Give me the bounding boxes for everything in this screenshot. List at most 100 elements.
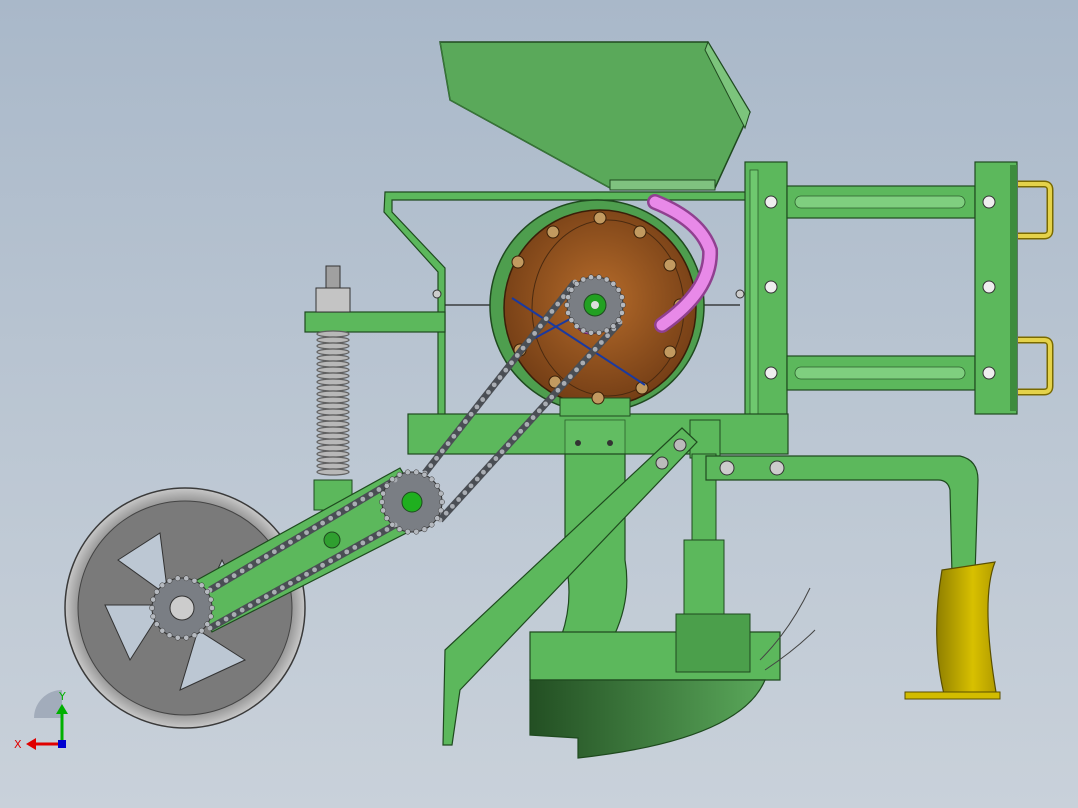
sprocket-tooth	[413, 469, 420, 476]
chain-link	[439, 448, 445, 454]
sprocket-tooth	[573, 280, 580, 287]
spring-coil	[316, 468, 350, 476]
chain-link	[480, 397, 486, 402]
chain-link	[497, 375, 503, 380]
sprocket-tooth	[428, 521, 435, 528]
sprocket-tooth	[166, 632, 173, 639]
sprocket-tooth	[421, 471, 428, 478]
chain-link	[549, 394, 555, 400]
sprocket-tooth	[383, 482, 390, 489]
sprocket-tooth	[153, 621, 160, 628]
spring-coil	[316, 354, 350, 362]
sprocket-tooth	[191, 577, 198, 584]
sprocket-tooth	[396, 471, 403, 478]
spring-coil	[316, 336, 350, 344]
sprocket-tooth	[207, 613, 214, 620]
spring-coil	[316, 432, 350, 440]
chain-link	[486, 389, 491, 395]
chain-link	[462, 419, 468, 424]
sprocket-tooth	[209, 605, 215, 611]
chain-link	[445, 441, 451, 447]
chain-link	[474, 404, 480, 410]
chain-link	[376, 487, 382, 492]
sprocket-tooth	[159, 627, 166, 634]
sprocket-tooth	[588, 274, 594, 281]
chain-link	[526, 338, 532, 344]
chain-link	[368, 536, 374, 541]
chain-link	[543, 401, 548, 407]
sprocket-tooth	[404, 528, 411, 535]
spring-coil	[316, 414, 350, 422]
chain-link	[580, 360, 586, 366]
spring-coil	[316, 390, 350, 398]
x-axis-label: X	[14, 738, 22, 751]
sprocket-tooth	[389, 521, 396, 528]
sprocket-tooth	[150, 613, 157, 620]
chain-link	[320, 562, 326, 568]
sprocket-tooth	[174, 634, 181, 641]
chain-link	[443, 510, 449, 516]
sprocket-tooth	[619, 310, 625, 316]
sprocket-tooth	[191, 632, 198, 639]
sprocket-tooth	[568, 317, 575, 323]
chain-link	[555, 387, 561, 393]
chain-link	[360, 496, 366, 502]
spring-coil	[316, 378, 350, 386]
chain-link	[320, 520, 326, 526]
sprocket-tooth	[596, 274, 602, 281]
sprocket-tooth	[434, 515, 441, 522]
sprocket-tooth	[437, 507, 444, 514]
chain-link	[279, 544, 285, 550]
sprocket-tooth	[434, 482, 441, 489]
y-axis-label: Y	[58, 690, 66, 703]
chain-link	[457, 426, 463, 432]
sprocket-tooth	[421, 526, 428, 533]
sprocket-tooth	[619, 294, 625, 300]
chain-link	[288, 539, 293, 545]
chain-link	[247, 563, 253, 569]
sprocket-tooth	[439, 499, 445, 505]
chain-link	[592, 346, 598, 352]
chain-link	[247, 603, 253, 609]
chain-link	[360, 540, 366, 546]
planter-assembly-drawing: Y X	[14, 40, 1054, 759]
spring-coil	[316, 408, 350, 416]
spring-coil	[316, 342, 350, 350]
chain-link	[518, 428, 524, 434]
sprocket-tooth	[174, 575, 181, 582]
spring-assembly	[313, 265, 353, 511]
chain-link	[376, 531, 382, 537]
sprocket-tooth	[603, 327, 610, 334]
chain-link	[536, 408, 542, 414]
sprocket-tooth	[565, 294, 571, 300]
chain-link	[255, 598, 261, 604]
sprocket-tooth	[159, 582, 166, 589]
chain-link	[598, 340, 604, 345]
chain-link	[352, 544, 358, 550]
spring-coil	[316, 372, 350, 380]
chain-link	[215, 621, 221, 626]
chain-link	[468, 411, 474, 417]
chain-link	[505, 442, 511, 448]
chain-link	[434, 455, 439, 461]
spring-coil	[316, 438, 350, 446]
sprocket-tooth	[596, 329, 602, 336]
mounting-frame	[744, 161, 1018, 421]
spring-coil	[316, 360, 350, 368]
sprocket-tooth	[183, 634, 190, 641]
chain-link	[532, 331, 538, 336]
chain-link	[567, 374, 573, 380]
sprocket-tooth	[166, 577, 173, 584]
sprocket-tooth	[615, 317, 622, 323]
spring-coil	[316, 348, 350, 356]
sprocket-tooth	[149, 605, 155, 611]
spring-coil	[316, 384, 350, 392]
chain-link	[530, 415, 536, 420]
chain-link	[487, 462, 493, 468]
cad-viewport[interactable]: Y X	[0, 0, 1078, 808]
spring-coil	[316, 456, 350, 464]
sprocket-tooth	[198, 582, 205, 589]
chain-link	[296, 534, 301, 540]
sprocket-tooth	[603, 276, 610, 283]
chain-link	[605, 333, 610, 339]
